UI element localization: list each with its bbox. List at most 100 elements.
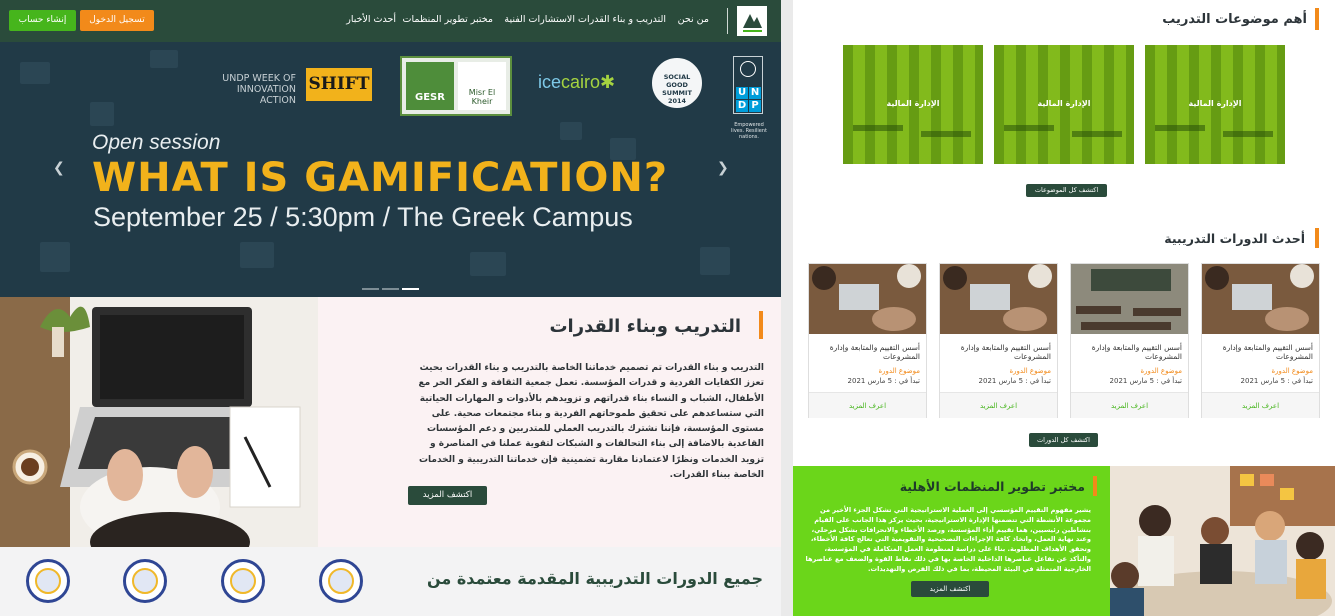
desk-shape [1072,131,1122,137]
lab-paragraph: يشير مفهوم التقييم المؤسسي إلى العملية ا… [805,506,1091,573]
badge-center [132,568,158,594]
university-badge-icon [123,559,167,603]
pixel-decoration [40,242,70,272]
course-card[interactable]: أسس التقييم والمتابعة وإدارة المشروعات م… [939,263,1058,418]
icecairo-logo-part-b: cairo [561,72,601,92]
course-title[interactable]: أسس التقييم والمتابعة وإدارة المشروعات [1077,343,1182,361]
lab-section: مختبر تطوير المنظمات الأهلية يشير مفهوم … [793,466,1110,616]
all-courses-button[interactable]: اكتشف كل الدورات [1029,433,1098,447]
chevron-left-icon[interactable]: ❮ [53,160,65,176]
nav-link-news[interactable]: أحدث الأخبار [346,14,396,25]
badge-center [328,568,354,594]
chevron-right-icon[interactable]: ❯ [717,160,729,176]
section-accent-bar [1315,228,1319,248]
pixel-decoration [240,242,274,268]
hero-subline: September 25 / 5:30pm / The Greek Campus [93,202,633,232]
undp-letter: N [749,87,761,99]
nav-link-about[interactable]: من نحن [678,14,709,25]
course-photo [1071,264,1188,334]
undp-week-text: UNDP WEEK OF INNOVATION ACTION [198,73,296,106]
meeting-photo-illustration [1202,264,1319,334]
course-more-link[interactable]: اعرف المزيد [1202,392,1319,418]
desk-shape [1223,131,1273,137]
course-title[interactable]: أسس التقييم والمتابعة وإدارة المشروعات [946,343,1051,361]
hero-kicker: Open session [92,131,221,154]
course-topic: موضوع الدورة [1140,367,1182,375]
university-badge-icon [319,559,363,603]
course-more-link[interactable]: اعرف المزيد [1071,392,1188,418]
meeting-photo-illustration [809,264,926,334]
slider-dot[interactable] [362,288,379,290]
university-badge-icon [26,559,70,603]
nav-link-consulting[interactable]: الاستشارات الفنية [504,14,575,25]
classroom-photo-illustration [1071,264,1188,334]
course-more-link[interactable]: اعرف المزيد [940,392,1057,418]
desk-shape [853,125,903,131]
sponsor-line-1: UNDP WEEK OF [222,73,296,84]
logo-separator [727,8,728,34]
desk-shape [1004,125,1054,131]
course-card[interactable]: أسس التقييم والمتابعة وإدارة المشروعات م… [1201,263,1320,418]
training-more-button[interactable]: اكتشف المزيد [408,486,487,505]
slider-dot-active[interactable] [402,288,419,290]
course-title[interactable]: أسس التقييم والمتابعة وإدارة المشروعات [815,343,920,361]
course-date: تبدأ في : 5 مارس 2021 [1109,377,1182,385]
register-button[interactable]: إنشاء حساب [9,10,76,31]
un-globe-icon [740,61,756,77]
topic-label: الإدارة المالية [1037,99,1091,108]
screenshot-divider [781,0,793,616]
team-meeting-photo [1110,466,1335,616]
topics-title: أهم موضوعات التدريب [1162,12,1307,27]
site-logo[interactable] [737,6,767,36]
icecairo-star-icon: ✱ [600,72,616,92]
topic-card[interactable]: الإدارة المالية [1145,45,1285,164]
training-paragraph: التدريب و بناء القدرات تم تصميم خدماتنا … [418,363,764,481]
all-topics-button[interactable]: اكتشف كل الموضوعات [1026,184,1107,197]
pixel-decoration [150,50,178,68]
undp-letter: P [749,100,761,112]
topic-card[interactable]: الإدارة المالية [843,45,983,164]
course-photo [940,264,1057,334]
course-photo [1202,264,1319,334]
pixel-decoration [470,252,506,276]
nav-link-training[interactable]: التدريب و بناء القدرات [578,14,666,25]
icecairo-logo: icecairo✱ [538,72,615,93]
top-navbar: من نحن التدريب و بناء القدرات الاستشارات… [0,0,781,42]
course-photo [809,264,926,334]
topic-label: الإدارة المالية [1188,99,1242,108]
course-topic: موضوع الدورة [1271,367,1313,375]
laptop-desk-photo [0,297,318,547]
section-accent-bar [1093,476,1097,496]
topic-card[interactable]: الإدارة المالية [994,45,1134,164]
course-date: تبدأ في : 5 مارس 2021 [978,377,1051,385]
course-date: تبدأ في : 5 مارس 2021 [1240,377,1313,385]
advanced-courses-section: جميع الدورات التدريبية المقدمة معتمدة من [0,547,781,616]
left-page-screenshot: من نحن التدريب و بناء القدرات الاستشارات… [0,0,781,616]
undp-tagline: Empowered lives. Resilient nations. [731,122,767,140]
desk-photo-illustration [0,297,318,547]
course-topic: موضوع الدورة [878,367,920,375]
badge-center [230,568,256,594]
team-photo-illustration [1110,466,1335,616]
pixel-decoration [560,122,582,140]
training-section: التدريب وبناء القدرات التدريب و بناء الق… [0,297,781,547]
login-button[interactable]: تسجيل الدخول [80,10,154,31]
course-card[interactable]: أسس التقييم والمتابعة وإدارة المشروعات م… [1070,263,1189,418]
slider-dot[interactable] [382,288,399,290]
undp-letter: U [736,87,748,99]
course-more-link[interactable]: اعرف المزيد [809,392,926,418]
lab-more-button[interactable]: اكتشف المزيد [911,581,989,597]
topic-label: الإدارة المالية [886,99,940,108]
advanced-courses-title: جميع الدورات التدريبية المقدمة معتمدة من [426,569,763,588]
course-topic: موضوع الدورة [1009,367,1051,375]
lab-title: مختبر تطوير المنظمات الأهلية [899,479,1085,494]
desk-shape [1155,125,1205,131]
icecairo-logo-part-a: ice [538,72,562,92]
nav-link-lab[interactable]: مختبر تطوير المنظمات [403,14,493,25]
section-accent-bar [759,311,763,339]
right-page-screenshot: أهم موضوعات التدريب الإدارة المالية الإد… [793,0,1335,616]
course-title[interactable]: أسس التقييم والمتابعة وإدارة المشروعات [1208,343,1313,361]
course-card[interactable]: أسس التقييم والمتابعة وإدارة المشروعات م… [808,263,927,418]
badge-center [35,568,61,594]
training-title: التدريب وبناء القدرات [549,316,741,337]
